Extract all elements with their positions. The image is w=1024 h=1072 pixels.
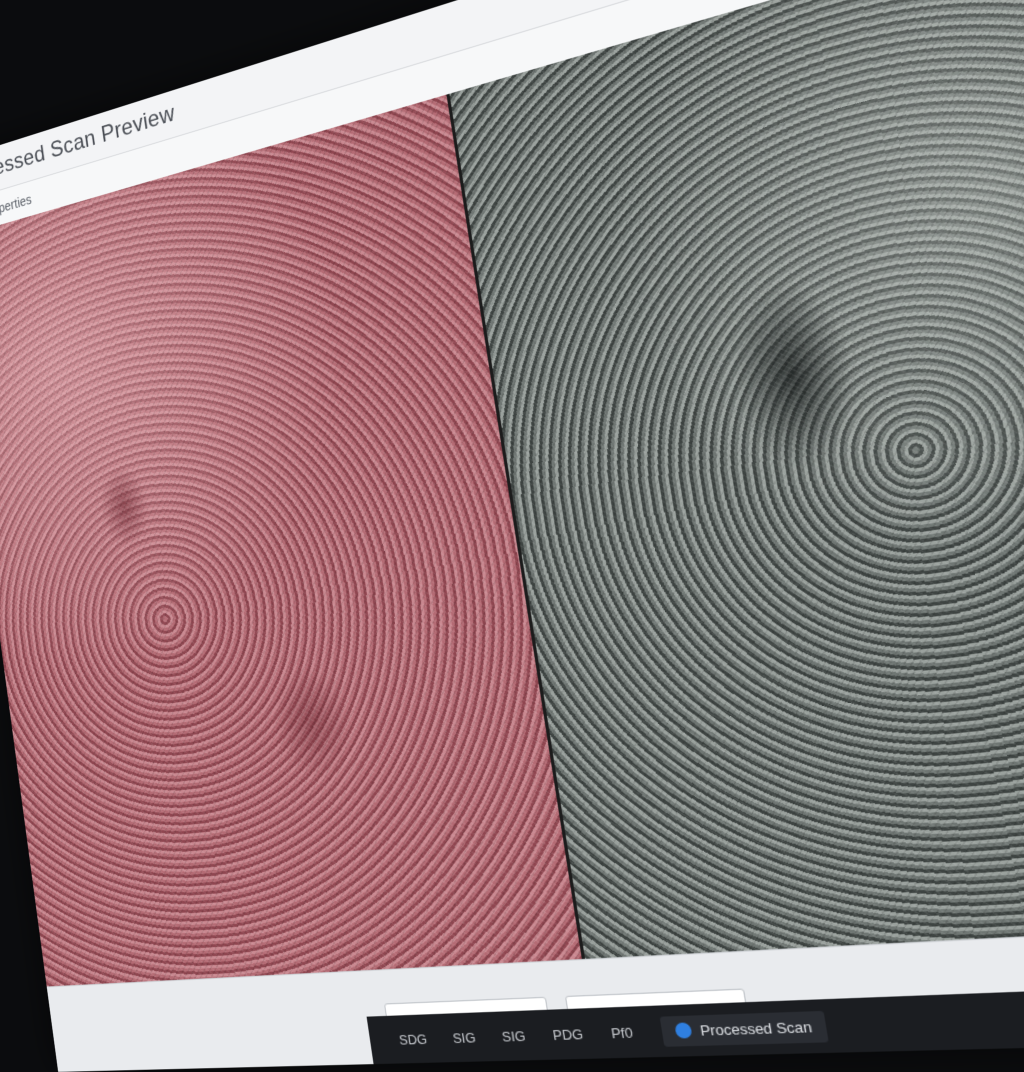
app-window: Processed Scan Preview – ☐ ✕ Properties xyxy=(0,0,1024,1072)
taskbar-item[interactable]: SIG xyxy=(452,1029,477,1046)
taskbar-app-label: Processed Scan xyxy=(698,1017,814,1039)
taskbar-item[interactable]: SDG xyxy=(398,1031,428,1048)
taskbar-app[interactable]: Processed Scan xyxy=(659,1010,830,1047)
taskbar-item[interactable]: PDG xyxy=(551,1025,584,1042)
taskbar-item[interactable]: Pf0 xyxy=(610,1024,634,1041)
app-icon xyxy=(673,1022,693,1039)
taskbar-item[interactable]: SIG xyxy=(501,1027,527,1044)
monitor-screen: Processed Scan Preview – ☐ ✕ Properties xyxy=(0,0,1024,1072)
